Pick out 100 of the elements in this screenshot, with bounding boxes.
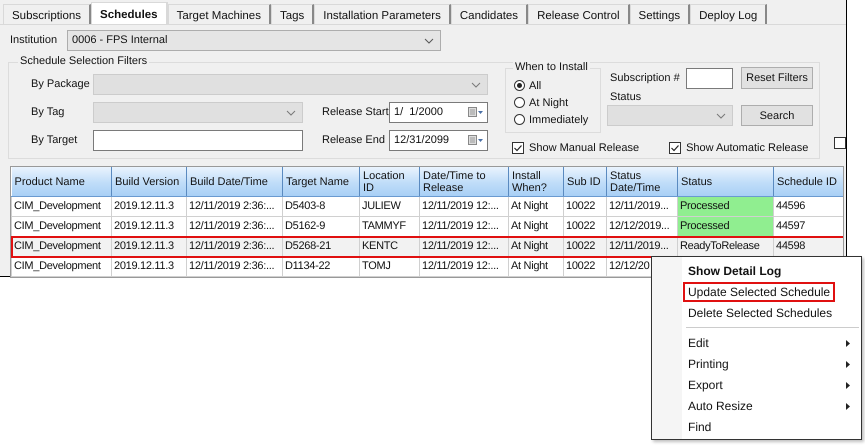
field-label: Status [609,91,642,105]
table-cell-text: 12/11/2019 12:... [421,219,500,234]
column-header[interactable]: Schedule ID [774,167,843,196]
column-header[interactable]: Status [678,167,774,196]
column-header[interactable]: Build Date/Time [186,167,282,196]
table-cell-text: TOMJ [361,259,392,274]
radio-button[interactable] [514,80,525,91]
column-header[interactable]: Sub ID [564,167,606,196]
status-cell: Processed [678,198,772,216]
group-title: Schedule Selection Filters [18,55,150,67]
column-header[interactable]: Target Name [282,167,360,196]
subscription-field[interactable] [686,68,733,88]
table-cell-text: 12/11/2019 12:... [421,259,500,274]
field-label: By Target [30,134,78,146]
table-cell-text: 10022 [565,199,596,214]
field-label: By Package [30,78,91,90]
table-cell-text: CIM_Development [13,259,102,274]
radio-button[interactable] [514,114,525,125]
tab[interactable]: Target Machines [168,4,271,24]
table-cell-text: CIM_Development [13,219,102,234]
table-cell-text: 12/11/2019 2:36:... [188,219,276,234]
menu-item[interactable]: Find [654,416,859,437]
menu-item[interactable]: Printing [654,353,859,374]
field-label: Release Start [322,106,389,118]
tab[interactable]: Deploy Log [690,4,768,24]
tab[interactable]: Tags [270,4,314,24]
table-cell-text: At Night [510,199,549,214]
column-header[interactable]: Location ID [360,167,420,196]
menu-item[interactable]: Edit [654,332,859,353]
status-cell: Processed [678,218,772,236]
radio-option[interactable]: All [514,77,600,94]
status-cell-text: ReadyToRelease [679,239,761,254]
tab[interactable]: Subscriptions [3,4,92,24]
checkbox[interactable] [834,137,846,149]
calendar-icon [468,107,484,117]
table-cell-text: 12/12/20 [608,259,650,274]
submenu-arrow-icon [846,382,850,389]
table-cell-text: 10022 [565,239,596,254]
table-cell-text: 44597 [775,219,806,234]
table-cell-text: 12/11/2019 2:36:... [188,239,276,254]
table-cell-text: D5403-8 [284,199,326,214]
selected-row[interactable]: CIM_Development 2019.12.11.3 12/11/2019 2:36:... D5268-21 KENTC 12/11/2019 12:... At Night 10022 12/11/2019... ReadyToRelease 44598 [12,236,843,256]
field-label: By Tag [30,106,66,118]
table-cell-text: 12/11/2019 2:36:... [188,199,276,214]
table-cell-text: CIM_Development [13,199,102,214]
submenu-arrow-icon [846,361,850,368]
checkbox[interactable] [512,142,524,154]
table-cell-text: 12/11/2019 12:... [421,199,500,214]
chevron-down-icon [424,38,434,44]
tab[interactable]: Candidates [450,4,528,24]
column-header[interactable]: Build Version [112,167,186,196]
table-cell-text: 2019.12.11.3 [113,239,175,254]
table-cell-text: 2019.12.11.3 [113,219,175,234]
table-cell-text: 10022 [565,259,596,274]
table-cell-text: 12/12/2019... [608,219,670,234]
checkbox-option[interactable]: Show Automatic Release [669,142,808,154]
table-cell-text: 2019.12.11.3 [113,199,175,214]
table-cell-text: 44598 [775,239,806,254]
menu-item[interactable]: Update Selected Schedule [654,281,859,302]
table-cell-text: At Night [510,219,549,234]
radio-option[interactable]: At Night [514,94,600,111]
menu-item[interactable]: Auto Resize [654,395,859,416]
radio-option[interactable]: Immediately [514,111,600,128]
table-cell-text: At Night [510,239,549,254]
column-header[interactable]: Date/Time to Release [420,167,508,196]
radio-button[interactable] [514,97,525,108]
table-cell-text: CIM_Development [13,239,102,254]
tab[interactable]: Release Control [528,4,630,24]
calendar-icon [468,135,484,145]
submenu-arrow-icon [846,340,850,347]
date-picker[interactable]: 1/ 1/2000 [389,102,488,122]
table-cell-text: D5162-9 [284,219,326,234]
menu-item[interactable]: Export [654,374,859,395]
tab[interactable]: Schedules [91,2,168,24]
target-field[interactable] [93,130,303,150]
chevron-down-icon [716,113,726,119]
search-button[interactable]: Search [741,105,813,126]
table-cell-text: JULIEW [361,199,402,214]
checkbox[interactable] [669,142,682,154]
table-cell-text: D1134-22 [284,259,332,274]
table-cell-text: TAMMYF [361,219,407,234]
tab[interactable]: Installation Parameters [314,4,451,24]
submenu-arrow-icon [846,403,850,410]
chevron-down-icon [471,82,481,88]
reset-filters-button[interactable]: Reset Filters [741,67,813,89]
institution-label: Institution [10,34,58,46]
menu-item[interactable]: Show Detail Log [654,260,859,281]
column-header[interactable]: Product Name [12,167,112,196]
column-header[interactable]: Install When? [508,167,564,196]
table-cell-text: D5268-21 [284,239,332,254]
tab[interactable]: Settings [630,4,690,24]
checkbox-option[interactable]: Show Manual Release [512,142,640,154]
date-picker[interactable]: 12/31/2099 [389,130,488,150]
table-cell-text: 12/11/2019... [608,239,670,254]
column-header[interactable]: Status Date/Time [606,167,678,196]
table-cell-text: 44596 [775,199,806,214]
institution-dropdown[interactable]: 0006 - FPS Internal [67,30,441,50]
menu-item[interactable]: Delete Selected Schedules [654,302,859,323]
table-cell-text: At Night [510,259,549,274]
field-label: Subscription # [609,72,681,84]
